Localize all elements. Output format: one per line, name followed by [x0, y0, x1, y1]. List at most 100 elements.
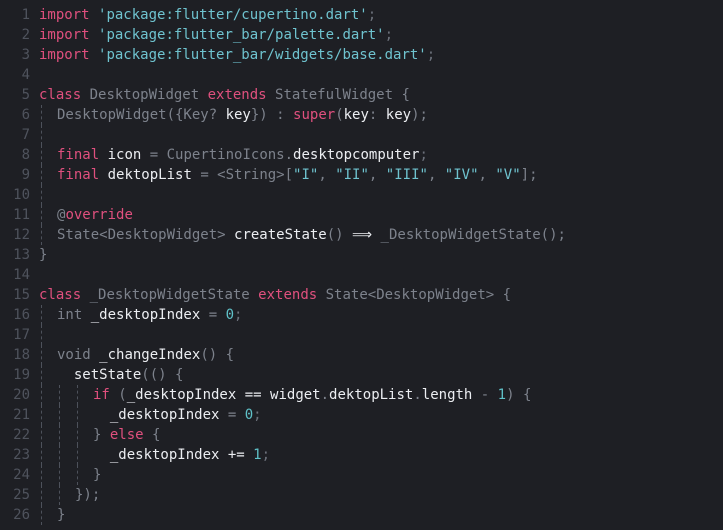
code-token: 'package:flutter_bar/palette.dart'	[98, 27, 385, 43]
line-number: 20	[13, 387, 30, 403]
code-line[interactable]: 11 @override	[0, 205, 723, 225]
code-token: 'package:flutter/cupertino.dart'	[98, 7, 368, 23]
code-token: final	[57, 147, 100, 163]
code-token: ;	[367, 7, 377, 23]
code-token: class	[39, 87, 82, 103]
code-text: final dektopList = <String>["I", "II", "…	[39, 165, 723, 185]
code-token: import	[39, 7, 90, 23]
code-text: import 'package:flutter_bar/widgets/base…	[39, 45, 723, 65]
indent-guide	[57, 385, 75, 405]
code-line[interactable]: 1 import 'package:flutter/cupertino.dart'…	[0, 5, 723, 25]
line-number: 8	[21, 147, 30, 163]
code-token: = <String>[	[191, 167, 294, 183]
code-text: }	[39, 465, 723, 485]
code-line[interactable]: 10	[0, 185, 723, 205]
code-token: desktopcomputer	[293, 147, 420, 163]
code-token: key	[385, 107, 412, 123]
code-token: _desktopIndex	[109, 407, 220, 423]
code-token: ];	[520, 167, 538, 183]
code-line[interactable]: 25});	[0, 485, 723, 505]
code-line[interactable]: 12 State<DesktopWidget> createState() ⟹ _…	[0, 225, 723, 245]
line-number: 13	[13, 247, 30, 263]
code-token: dektopList	[107, 167, 192, 183]
code-token: .	[413, 387, 422, 403]
code-token: }	[93, 427, 110, 443]
code-line[interactable]: 3 import 'package:flutter_bar/widgets/bas…	[0, 45, 723, 65]
code-token: "III"	[385, 167, 428, 183]
code-line[interactable]: 2 import 'package:flutter_bar/palette.dar…	[0, 25, 723, 45]
code-line[interactable]: 21 _desktopIndex = 0;	[0, 405, 723, 425]
indent-guide	[39, 125, 57, 145]
code-token: 1	[497, 387, 507, 403]
code-line[interactable]: 14	[0, 265, 723, 285]
indent-guide	[75, 405, 93, 425]
code-line[interactable]: 8 final icon = CupertinoIcons.desktopcomp…	[0, 145, 723, 165]
code-line[interactable]: 17	[0, 325, 723, 345]
code-line[interactable]: 24}	[0, 465, 723, 485]
code-token: "II"	[335, 167, 369, 183]
code-line[interactable]: 16 int _desktopIndex = 0;	[0, 305, 723, 325]
code-line[interactable]: 26}	[0, 505, 723, 525]
code-token: ,	[478, 167, 496, 183]
indent-guide	[39, 385, 57, 405]
code-token: = CupertinoIcons.	[141, 147, 294, 163]
code-text: setState(() {	[39, 365, 723, 385]
code-token: () {	[200, 347, 235, 363]
line-number: 23	[13, 447, 30, 463]
indent-guide	[39, 185, 57, 205]
code-line[interactable]: 22} else {	[0, 425, 723, 445]
code-line[interactable]: 13}	[0, 245, 723, 265]
code-line[interactable]: 20 if (_desktopIndex == widget.dektopList…	[0, 385, 723, 405]
code-text: int _desktopIndex = 0;	[39, 305, 723, 325]
code-token: length	[421, 387, 473, 403]
code-token: icon	[107, 147, 142, 163]
code-text: class DesktopWidget extends StatefulWidg…	[39, 85, 723, 105]
code-line[interactable]: 15 class _DesktopWidgetState extends Stat…	[0, 285, 723, 305]
code-line[interactable]: 4	[0, 65, 723, 85]
line-number: 2	[21, 27, 30, 43]
indent-guide	[39, 305, 57, 325]
indent-guide	[57, 405, 75, 425]
code-token: });	[75, 487, 101, 503]
code-line[interactable]: 7	[0, 125, 723, 145]
code-token: void	[57, 347, 100, 363]
code-token: ;	[419, 147, 428, 163]
code-token: ;	[234, 307, 243, 323]
code-text: import 'package:flutter_bar/palette.dart…	[39, 25, 723, 45]
code-line[interactable]: 18 void _changeIndex() {	[0, 345, 723, 365]
code-token: 0	[244, 407, 254, 423]
code-lines: 1 import 'package:flutter/cupertino.dart'…	[0, 5, 723, 525]
code-token: ;	[384, 27, 394, 43]
line-number: 12	[13, 227, 30, 243]
code-line[interactable]: 6 DesktopWidget({Key? key}) : super(key: …	[0, 105, 723, 125]
line-number: 25	[13, 487, 30, 503]
line-number: 15	[13, 287, 30, 303]
code-token: setState	[73, 367, 142, 383]
code-token: class	[39, 287, 82, 303]
line-number: 4	[21, 67, 30, 83]
code-token: import	[39, 47, 90, 63]
code-token: else	[109, 427, 144, 443]
code-token: }	[93, 467, 102, 483]
code-token: "V"	[495, 167, 521, 183]
code-text	[39, 185, 723, 205]
code-line[interactable]: 19 setState(() {	[0, 365, 723, 385]
line-number: 24	[13, 467, 30, 483]
code-line[interactable]: 23 _desktopIndex += 1;	[0, 445, 723, 465]
code-editor[interactable]: 1 import 'package:flutter/cupertino.dart'…	[0, 0, 723, 530]
code-text	[39, 125, 723, 145]
code-line[interactable]: 9 final dektopList = <String>["I", "II", …	[0, 165, 723, 185]
code-token: DesktopWidget	[81, 87, 208, 103]
code-token: }	[39, 247, 48, 263]
code-line[interactable]: 5 class DesktopWidget extends StatefulWid…	[0, 85, 723, 105]
code-token: _DesktopWidgetState();	[372, 227, 566, 243]
code-token: .	[320, 387, 330, 403]
